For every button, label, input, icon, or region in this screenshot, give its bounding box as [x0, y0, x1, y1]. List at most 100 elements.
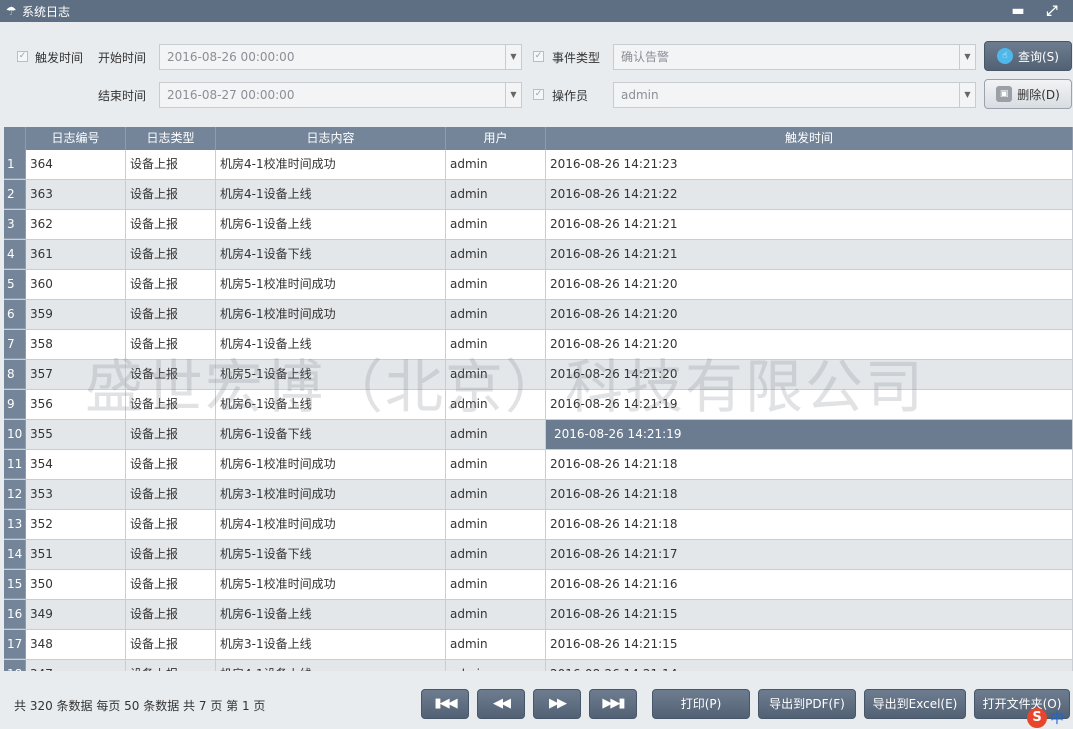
log-type-cell[interactable]: 设备上报 — [126, 150, 216, 179]
table-row[interactable]: 7 358 设备上报 机房4-1设备上线 admin 2016-08-26 14:21:2… — [4, 330, 1073, 360]
end-time-field[interactable]: 2016-08-27 00:00:00 ▼ — [159, 82, 522, 108]
log-id-cell[interactable]: 360 — [26, 270, 126, 299]
log-type-cell[interactable]: 设备上报 — [126, 240, 216, 269]
export-pdf-button[interactable]: 导出到PDF(F) — [758, 689, 856, 719]
ime-indicator[interactable]: S 中 — [1027, 706, 1073, 729]
export-excel-button[interactable]: 导出到Excel(E) — [864, 689, 966, 719]
trigger-time-cell[interactable]: 2016-08-26 14:21:14 — [546, 660, 1073, 671]
user-cell[interactable]: admin — [446, 210, 546, 239]
table-row[interactable]: 3 362 设备上报 机房6-1设备上线 admin 2016-08-26 14:21:2… — [4, 210, 1073, 240]
trigger-time-cell[interactable]: 2016-08-26 14:21:20 — [546, 270, 1073, 299]
log-type-cell[interactable]: 设备上报 — [126, 180, 216, 209]
log-type-cell[interactable]: 设备上报 — [126, 300, 216, 329]
minimize-icon[interactable]: ▬ — [1001, 3, 1035, 19]
log-id-cell[interactable]: 350 — [26, 570, 126, 599]
trigger-time-cell[interactable]: 2016-08-26 14:21:17 — [546, 540, 1073, 569]
table-row[interactable]: 11 354 设备上报 机房6-1校准时间成功 admin 2016-08-26 14:2… — [4, 450, 1073, 480]
trigger-time-cell[interactable]: 2016-08-26 14:21:20 — [546, 300, 1073, 329]
user-cell[interactable]: admin — [446, 540, 546, 569]
row-number[interactable]: 3 — [4, 210, 26, 239]
row-number[interactable]: 5 — [4, 270, 26, 299]
table-row[interactable]: 14 351 设备上报 机房5-1设备下线 admin 2016-08-26 14:21:… — [4, 540, 1073, 570]
log-type-cell[interactable]: 设备上报 — [126, 450, 216, 479]
chevron-down-icon[interactable]: ▼ — [959, 83, 975, 107]
log-id-cell[interactable]: 359 — [26, 300, 126, 329]
column-header-log-id[interactable]: 日志编号 — [26, 127, 126, 150]
user-cell[interactable]: admin — [446, 360, 546, 389]
trigger-time-cell[interactable]: 2016-08-26 14:21:18 — [546, 510, 1073, 539]
user-cell[interactable]: admin — [446, 450, 546, 479]
log-content-cell[interactable]: 机房6-1校准时间成功 — [216, 300, 446, 329]
user-cell[interactable]: admin — [446, 570, 546, 599]
log-content-cell[interactable]: 机房4-1校准时间成功 — [216, 510, 446, 539]
event-type-select[interactable]: 确认告警 ▼ — [613, 44, 976, 70]
log-content-cell[interactable]: 机房5-1校准时间成功 — [216, 270, 446, 299]
log-id-cell[interactable]: 354 — [26, 450, 126, 479]
log-type-cell[interactable]: 设备上报 — [126, 360, 216, 389]
log-id-cell[interactable]: 353 — [26, 480, 126, 509]
log-content-cell[interactable]: 机房6-1校准时间成功 — [216, 450, 446, 479]
log-type-cell[interactable]: 设备上报 — [126, 480, 216, 509]
table-row[interactable]: 16 349 设备上报 机房6-1设备上线 admin 2016-08-26 14:21:… — [4, 600, 1073, 630]
user-cell[interactable]: admin — [446, 240, 546, 269]
trigger-time-cell[interactable]: 2016-08-26 14:21:15 — [546, 630, 1073, 659]
log-id-cell[interactable]: 357 — [26, 360, 126, 389]
trigger-time-cell[interactable]: 2016-08-26 14:21:16 — [546, 570, 1073, 599]
log-type-cell[interactable]: 设备上报 — [126, 630, 216, 659]
trigger-time-cell[interactable]: 2016-08-26 14:21:21 — [546, 210, 1073, 239]
log-id-cell[interactable]: 352 — [26, 510, 126, 539]
log-type-cell[interactable]: 设备上报 — [126, 270, 216, 299]
chevron-down-icon[interactable]: ▼ — [505, 83, 521, 107]
trigger-time-cell[interactable]: 2016-08-26 14:21:20 — [546, 360, 1073, 389]
user-cell[interactable]: admin — [446, 270, 546, 299]
log-type-cell[interactable]: 设备上报 — [126, 210, 216, 239]
user-cell[interactable]: admin — [446, 390, 546, 419]
log-content-cell[interactable]: 机房6-1设备上线 — [216, 390, 446, 419]
user-cell[interactable]: admin — [446, 660, 546, 671]
row-number[interactable]: 18 — [4, 660, 26, 671]
log-id-cell[interactable]: 363 — [26, 180, 126, 209]
row-number[interactable]: 13 — [4, 510, 26, 539]
row-number[interactable]: 7 — [4, 330, 26, 359]
row-number[interactable]: 14 — [4, 540, 26, 569]
table-row[interactable]: 17 348 设备上报 机房3-1设备上线 admin 2016-08-26 14:21:… — [4, 630, 1073, 660]
table-row[interactable]: 10 355 设备上报 机房6-1设备下线 admin 2016-08-26 14:21:… — [4, 420, 1073, 450]
delete-button[interactable]: ▣ 删除(D) — [984, 79, 1072, 109]
user-cell[interactable]: admin — [446, 420, 546, 449]
last-page-button[interactable]: ▶▶▮ — [589, 689, 637, 719]
user-cell[interactable]: admin — [446, 630, 546, 659]
log-content-cell[interactable]: 机房5-1校准时间成功 — [216, 570, 446, 599]
log-content-cell[interactable]: 机房4-1校准时间成功 — [216, 150, 446, 179]
log-id-cell[interactable]: 358 — [26, 330, 126, 359]
log-content-cell[interactable]: 机房4-1设备下线 — [216, 240, 446, 269]
trigger-time-checkbox[interactable]: ✓ — [17, 51, 28, 62]
trigger-time-cell[interactable]: 2016-08-26 14:21:15 — [546, 600, 1073, 629]
table-row[interactable]: 5 360 设备上报 机房5-1校准时间成功 admin 2016-08-26 14:21… — [4, 270, 1073, 300]
trigger-time-cell[interactable]: 2016-08-26 14:21:22 — [546, 180, 1073, 209]
prev-page-button[interactable]: ◀◀ — [477, 689, 525, 719]
print-button[interactable]: 打印(P) — [652, 689, 750, 719]
column-header-user[interactable]: 用户 — [446, 127, 546, 150]
log-content-cell[interactable]: 机房5-1设备上线 — [216, 360, 446, 389]
row-number[interactable]: 1 — [4, 150, 26, 179]
maximize-icon[interactable]: ⤢ — [1035, 3, 1069, 19]
table-row[interactable]: 6 359 设备上报 机房6-1校准时间成功 admin 2016-08-26 14:21… — [4, 300, 1073, 330]
column-header-log-content[interactable]: 日志内容 — [216, 127, 446, 150]
table-row[interactable]: 18347设备上报机房4-1设备上线admin2016-08-26 14:21:… — [4, 660, 1073, 671]
log-id-cell[interactable]: 348 — [26, 630, 126, 659]
log-content-cell[interactable]: 机房6-1设备上线 — [216, 210, 446, 239]
log-id-cell[interactable]: 356 — [26, 390, 126, 419]
log-content-cell[interactable]: 机房4-1设备上线 — [216, 660, 446, 671]
log-type-cell[interactable]: 设备上报 — [126, 510, 216, 539]
column-header-trigger-time[interactable]: 触发时间 — [546, 127, 1073, 150]
operator-select[interactable]: admin ▼ — [613, 82, 976, 108]
row-number[interactable]: 11 — [4, 450, 26, 479]
first-page-button[interactable]: ▮◀◀ — [421, 689, 469, 719]
log-content-cell[interactable]: 机房4-1设备上线 — [216, 330, 446, 359]
log-content-cell[interactable]: 机房4-1设备上线 — [216, 180, 446, 209]
log-type-cell[interactable]: 设备上报 — [126, 330, 216, 359]
user-cell[interactable]: admin — [446, 300, 546, 329]
log-id-cell[interactable]: 347 — [26, 660, 126, 671]
table-row[interactable]: 12 353 设备上报 机房3-1校准时间成功 admin 2016-08-26 14:2… — [4, 480, 1073, 510]
event-type-checkbox[interactable]: ✓ — [533, 51, 544, 62]
